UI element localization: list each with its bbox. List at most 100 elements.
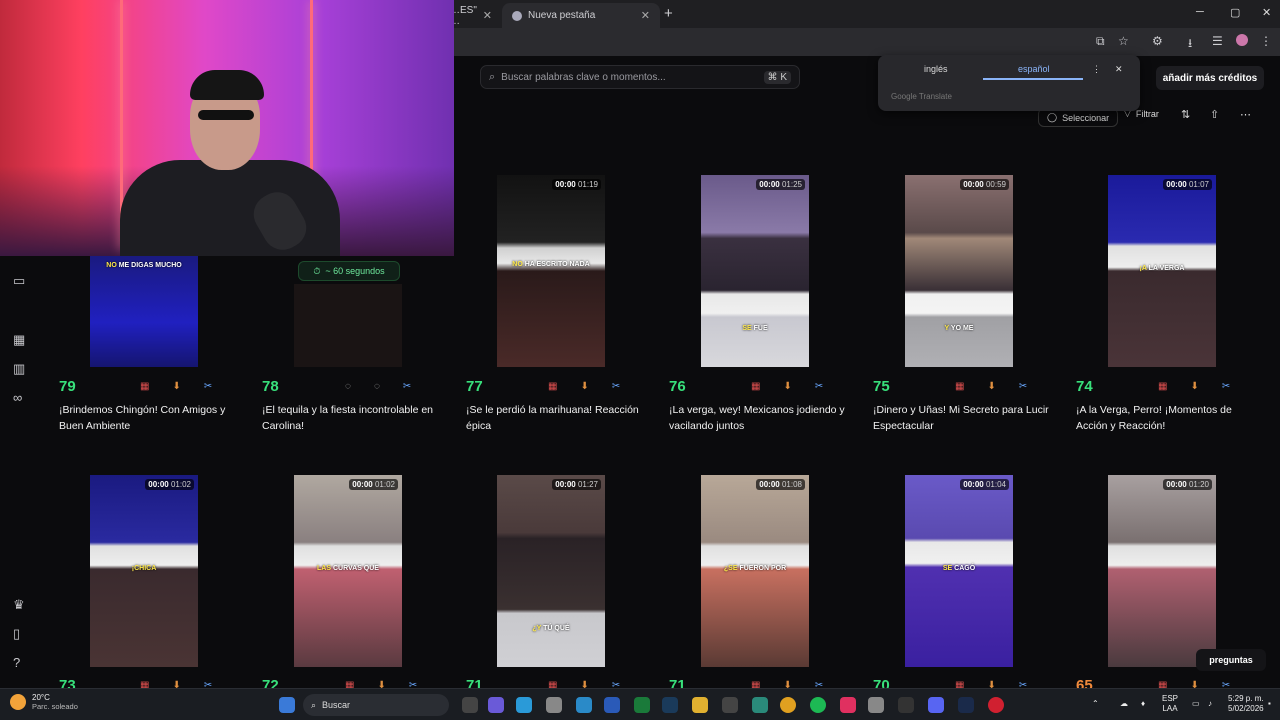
upload-icon[interactable]: ⇧ — [1210, 108, 1219, 121]
network-icon[interactable]: ▭ — [1192, 699, 1200, 709]
calendar-icon[interactable]: ▦ — [955, 381, 964, 392]
browser-tab-active[interactable]: Nueva pestaña ✕ — [502, 3, 660, 28]
taskbar-search[interactable]: ⌕ Buscar — [303, 694, 449, 716]
scissors-icon[interactable]: ✂ — [1222, 381, 1230, 392]
analytics-icon[interactable]: ▥ — [13, 361, 25, 377]
sort-icon[interactable]: ⇅ — [1181, 108, 1190, 121]
store-icon[interactable] — [546, 697, 562, 713]
epic-games-icon[interactable] — [898, 697, 914, 713]
search-icon: ⌕ — [489, 70, 496, 83]
scissors-icon[interactable]: ✂ — [403, 381, 411, 392]
clip-thumbnail[interactable]: 00:00 01:27 ¿Y TÚ QUÉ — [497, 475, 605, 667]
loading-icon: ◌ — [373, 381, 380, 392]
extensions-icon[interactable]: ⚙ — [1152, 34, 1163, 48]
cloud-icon[interactable]: ☁ — [1120, 699, 1128, 709]
close-icon[interactable]: ✕ — [483, 9, 492, 22]
remote-desktop-icon[interactable] — [576, 697, 592, 713]
download-icon[interactable]: ⬇ — [580, 381, 588, 392]
viral-score: 75 — [873, 378, 890, 395]
clip-thumbnail[interactable]: 00:00 01:25 SE FUE — [701, 175, 809, 367]
book-icon[interactable]: ▯ — [13, 626, 20, 642]
copilot-icon[interactable] — [488, 697, 504, 713]
chrome-icon[interactable] — [780, 697, 796, 713]
duration-chip[interactable]: ⏱ ~ 60 segundos — [298, 261, 400, 281]
add-credits-button[interactable]: añadir más créditos — [1156, 66, 1264, 90]
settings-icon[interactable] — [868, 697, 884, 713]
windows-start-icon[interactable] — [279, 697, 295, 713]
time: 5:29 p. m. — [1228, 694, 1264, 703]
file-explorer-icon[interactable] — [692, 697, 708, 713]
new-tab-button[interactable]: + — [664, 5, 673, 22]
spotify-icon[interactable] — [810, 697, 826, 713]
mic-icon[interactable]: ♦ — [1141, 699, 1145, 709]
edge-icon[interactable] — [516, 697, 532, 713]
help-chat-button[interactable]: preguntas — [1196, 649, 1266, 671]
profile-avatar[interactable] — [1236, 34, 1248, 46]
help-icon[interactable]: ? — [13, 655, 20, 670]
clip-thumbnail[interactable]: NO ME DIGAS MUCHO — [90, 256, 198, 367]
clip-caption: NO ME DIGAS MUCHO — [106, 262, 182, 269]
volume-icon[interactable]: ♪ — [1208, 699, 1212, 709]
maximize-button[interactable]: ▢ — [1230, 6, 1240, 19]
notifications-icon[interactable]: ▪ — [1268, 699, 1271, 709]
clip-thumbnail[interactable]: 00:00 01:02 LAS CURVAS QUE — [294, 475, 402, 667]
lang-to-tab[interactable]: español — [1018, 64, 1050, 74]
calendar-icon[interactable]: ▦ — [13, 332, 25, 348]
translate-icon[interactable]: ⧉ — [1096, 34, 1105, 49]
close-icon[interactable]: ✕ — [641, 9, 650, 22]
minimize-button[interactable]: ─ — [1196, 6, 1204, 18]
keyboard-language[interactable]: ESP LAA — [1162, 694, 1178, 714]
photoshop-icon[interactable] — [958, 697, 974, 713]
calendar-icon[interactable]: ▦ — [548, 381, 557, 392]
lang-from-tab[interactable]: inglés — [924, 64, 948, 74]
clip-thumbnail[interactable]: 00:00 01:07 ¡A LA VERGA — [1108, 175, 1216, 367]
scissors-icon[interactable]: ✂ — [815, 381, 823, 392]
search-input[interactable]: ⌕ Buscar palabras clave o momentos... ⌘ … — [480, 65, 800, 89]
clip-thumbnail[interactable]: 00:00 01:19 NO HA ESCRITO NADA — [497, 175, 605, 367]
tiktok-icon[interactable] — [840, 697, 856, 713]
calendar-icon[interactable]: ▦ — [140, 381, 149, 392]
more-icon[interactable]: ⋯ — [1240, 108, 1251, 121]
clip-thumbnail[interactable]: 00:00 00:59 Y YO ME — [905, 175, 1013, 367]
clip-thumbnail[interactable]: 00:00 01:20 — [1108, 475, 1216, 667]
download-icon[interactable]: ⬇ — [1190, 381, 1198, 392]
scissors-icon[interactable]: ✂ — [204, 381, 212, 392]
tray-arrow-icon[interactable]: ⌃ — [1092, 699, 1099, 709]
download-icon[interactable]: ⭳ — [1188, 34, 1192, 55]
clip-thumbnail[interactable]: 00:00 01:04 SE CAGÓ — [905, 475, 1013, 667]
clip-duration: 00:00 01:04 — [960, 479, 1009, 490]
clock[interactable]: 5:29 p. m. 5/02/2026 — [1228, 694, 1264, 714]
more-icon[interactable]: ⋮ — [1092, 64, 1101, 75]
app-icon[interactable] — [722, 697, 738, 713]
link-icon[interactable]: ∞ — [13, 390, 22, 405]
calendar-icon[interactable]: ▦ — [751, 381, 760, 392]
scissors-icon[interactable]: ✂ — [612, 381, 620, 392]
word-icon[interactable] — [604, 697, 620, 713]
download-icon[interactable]: ⬇ — [172, 381, 180, 392]
discord-icon[interactable] — [928, 697, 944, 713]
close-icon[interactable]: ✕ — [1115, 64, 1123, 75]
clip-thumbnail[interactable]: 00:00 01:08 ¿SE FUERON POR — [701, 475, 809, 667]
clip-thumbnail[interactable]: 00:00 01:02 ¡CHICA — [90, 475, 198, 667]
playlist-icon[interactable]: ☰ — [1212, 34, 1223, 48]
folder-icon[interactable]: ▭ — [13, 273, 25, 289]
taskbar-search-label: Buscar — [322, 700, 351, 710]
weather-widget[interactable]: 20°C Parc. soleado — [10, 693, 78, 711]
clip-thumbnail[interactable] — [294, 284, 402, 367]
scissors-icon[interactable]: ✂ — [1019, 381, 1027, 392]
download-icon[interactable]: ⬇ — [987, 381, 995, 392]
bookmark-star-icon[interactable]: ☆ — [1118, 34, 1129, 48]
close-window-button[interactable]: ✕ — [1262, 6, 1271, 19]
menu-icon[interactable]: ⋮ — [1260, 34, 1272, 48]
viral-score: 78 — [262, 378, 279, 395]
recorder-icon[interactable] — [988, 697, 1004, 713]
steam-icon[interactable] — [662, 697, 678, 713]
download-icon[interactable]: ⬇ — [783, 381, 791, 392]
capcut-icon[interactable] — [752, 697, 768, 713]
excel-icon[interactable] — [634, 697, 650, 713]
calendar-icon[interactable]: ▦ — [1158, 381, 1167, 392]
streamer-cap — [190, 70, 264, 100]
task-view-icon[interactable] — [462, 697, 478, 713]
chrome-icon — [512, 10, 522, 21]
crown-icon[interactable]: ♛ — [13, 597, 25, 613]
